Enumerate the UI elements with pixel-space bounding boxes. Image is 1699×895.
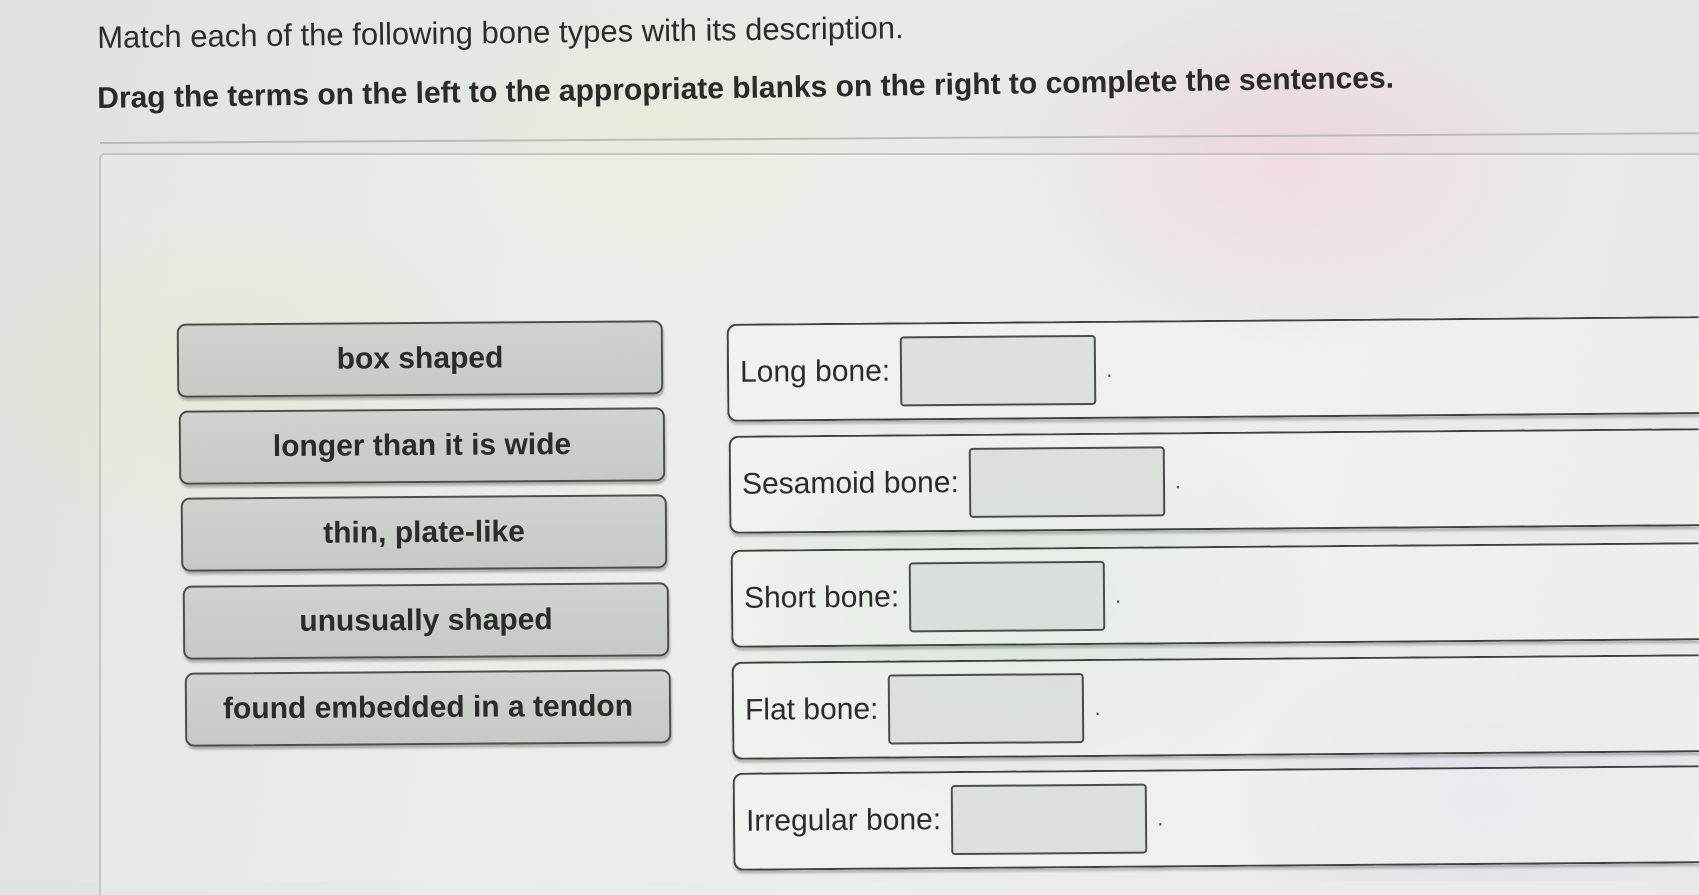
sentence-label: Sesamoid bone xyxy=(741,466,951,501)
colon: : xyxy=(890,580,900,614)
sentence-label: Irregular bone xyxy=(745,803,933,838)
period: . xyxy=(1174,468,1182,494)
sentence-label: Flat bone xyxy=(744,692,871,727)
sentence-irregular-bone: Irregular bone: . xyxy=(732,765,1699,871)
term-thin-plate-like[interactable]: thin, plate-like xyxy=(180,494,668,572)
colon: : xyxy=(881,354,891,388)
instruction-text: Match each of the following bone types w… xyxy=(97,10,904,55)
term-found-in-tendon[interactable]: found embedded in a tendon xyxy=(184,669,672,747)
term-longer-than-wide[interactable]: longer than it is wide xyxy=(178,407,666,485)
period: . xyxy=(1094,694,1101,720)
period: . xyxy=(1106,356,1113,382)
colon: : xyxy=(932,803,942,837)
period: . xyxy=(1157,805,1164,831)
sentence-long-bone: Long bone: . xyxy=(726,316,1699,422)
sentence-flat-bone: Flat bone: . xyxy=(731,654,1699,760)
period: . xyxy=(1115,582,1122,608)
subinstruction-text: Drag the terms on the left to the approp… xyxy=(97,61,1395,115)
colon: : xyxy=(869,692,879,726)
sentence-label: Short bone xyxy=(743,580,891,615)
drop-blank-flat-bone[interactable] xyxy=(888,673,1085,745)
term-box-shaped[interactable]: box shaped xyxy=(176,320,664,398)
drop-blank-irregular-bone[interactable] xyxy=(950,783,1148,856)
drop-blank-long-bone[interactable] xyxy=(899,334,1097,407)
sentence-short-bone: Short bone: . xyxy=(730,542,1699,648)
colon: : xyxy=(950,466,959,500)
term-unusually-shaped[interactable]: unusually shaped xyxy=(182,582,670,660)
sentence-label: Long bone xyxy=(739,354,882,389)
sentence-sesamoid-bone: Sesamoid bone: . xyxy=(728,428,1699,534)
drop-blank-short-bone[interactable] xyxy=(908,560,1106,633)
header-divider xyxy=(100,132,1699,144)
drop-blank-sesamoid-bone[interactable] xyxy=(968,446,1166,518)
